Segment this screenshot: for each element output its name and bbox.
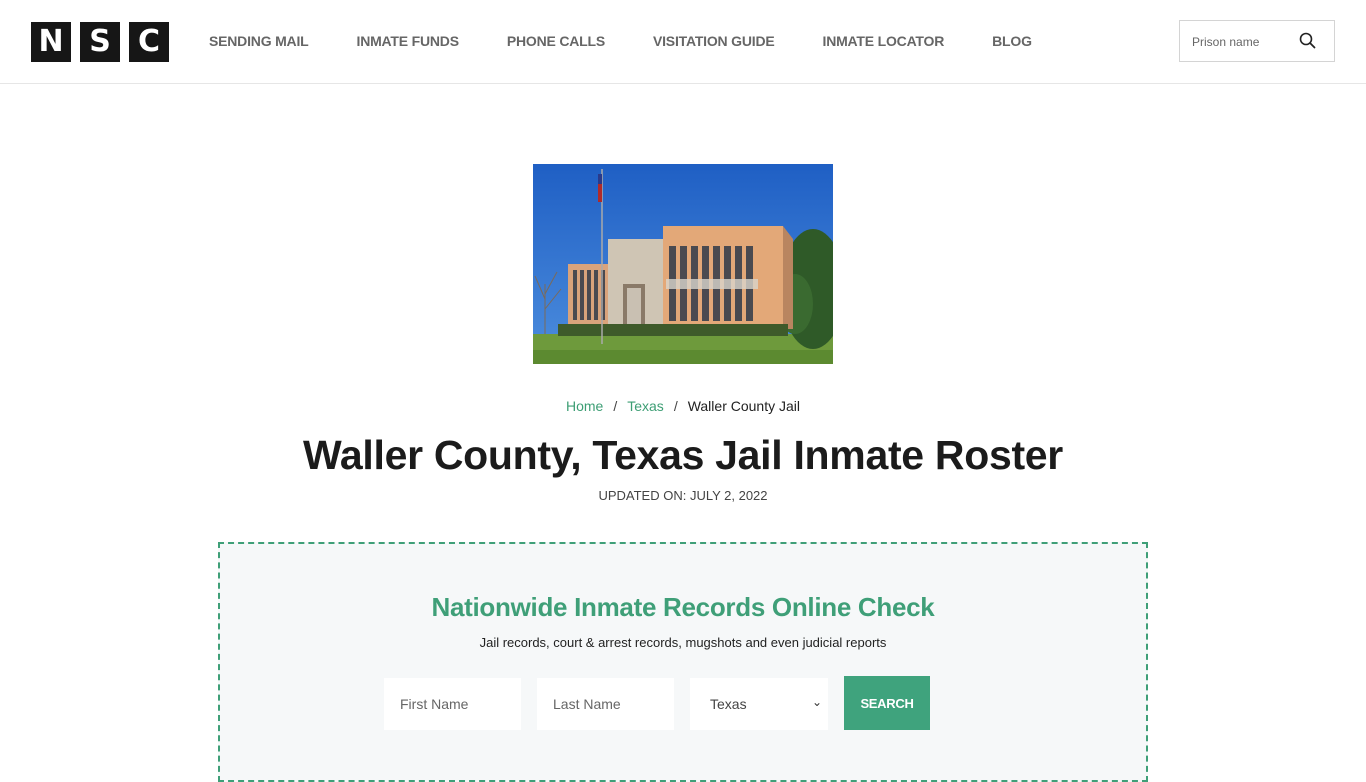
- breadcrumb: Home / Texas / Waller County Jail: [0, 398, 1366, 414]
- nav-visitation-guide[interactable]: VISITATION GUIDE: [653, 33, 775, 49]
- nav-phone-calls[interactable]: PHONE CALLS: [507, 33, 605, 49]
- nav-blog[interactable]: BLOG: [992, 33, 1032, 49]
- page-title: Waller County, Texas Jail Inmate Roster: [303, 432, 1063, 478]
- last-name-input[interactable]: [537, 678, 674, 730]
- state-select-value: Texas: [710, 696, 747, 712]
- records-subtitle: Jail records, court & arrest records, mu…: [479, 635, 887, 650]
- nav-inmate-funds[interactable]: INMATE FUNDS: [357, 33, 460, 49]
- breadcrumb-separator: /: [673, 398, 678, 414]
- site-logo[interactable]: N S C: [31, 22, 169, 62]
- search-icon[interactable]: [1298, 31, 1318, 51]
- prison-search-input[interactable]: [1192, 33, 1292, 51]
- main-nav: SENDING MAIL INMATE FUNDS PHONE CALLS VI…: [209, 33, 1080, 49]
- records-search-panel: Nationwide Inmate Records Online Check J…: [218, 542, 1148, 782]
- breadcrumb-current: Waller County Jail: [687, 398, 800, 414]
- records-title: Nationwide Inmate Records Online Check: [431, 592, 935, 622]
- logo-letter-s: S: [80, 22, 120, 62]
- search-button[interactable]: SEARCH: [844, 676, 930, 730]
- state-select[interactable]: Texas ⌄: [690, 678, 828, 730]
- logo-letter-c: C: [129, 22, 169, 62]
- nav-sending-mail[interactable]: SENDING MAIL: [209, 33, 309, 49]
- jail-building-image: [533, 164, 833, 364]
- first-name-input[interactable]: [384, 678, 521, 730]
- nav-inmate-locator[interactable]: INMATE LOCATOR: [823, 33, 945, 49]
- chevron-down-icon: ⌄: [811, 695, 822, 709]
- breadcrumb-texas[interactable]: Texas: [627, 398, 664, 414]
- logo-letter-n: N: [31, 22, 71, 62]
- breadcrumb-separator: /: [613, 398, 618, 414]
- records-search-form: Texas ⌄ SEARCH: [384, 676, 930, 730]
- prison-search: [1179, 20, 1335, 62]
- breadcrumb-home[interactable]: Home: [566, 398, 603, 414]
- site-header: N S C SENDING MAIL INMATE FUNDS PHONE CA…: [0, 0, 1366, 84]
- updated-date: UPDATED ON: JULY 2, 2022: [598, 488, 768, 503]
